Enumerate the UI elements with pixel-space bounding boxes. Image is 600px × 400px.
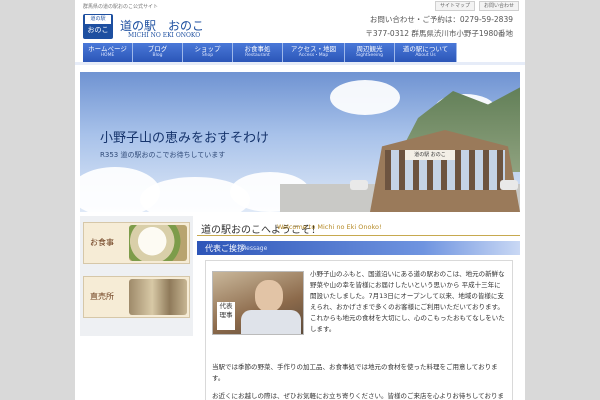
body-image xyxy=(241,310,301,334)
message-paragraph: 小野子山のふもと、国道沿いにある道の駅おのこは、地元の新鮮な野菜や山の幸を皆様に… xyxy=(310,270,505,333)
nav-sublabel: Access・Map xyxy=(298,53,329,58)
message-card: 代表 理事 小野子山のふもと、国道沿いにある道の駅おのこは、地元の新鮮な野菜や山… xyxy=(205,260,513,400)
message-paragraph: 当駅では季節の野菜、手作りの加工品、お食事処では地元の食材を使った料理をご用意し… xyxy=(212,363,498,382)
contact-link[interactable]: お問い合わせ xyxy=(478,1,519,11)
message-paragraph: お近くにお越しの際は、ぜひお気軽にお立ち寄りください。皆様のご来店を心よりお待ち… xyxy=(212,392,504,400)
nav-label: アクセス・地図 xyxy=(290,45,337,53)
heading-divider xyxy=(197,235,520,236)
logo-text-top: 道の駅 xyxy=(85,15,111,24)
nav-sublabel: Blog xyxy=(152,53,163,58)
welcome-subheading: Welcome to Michi no Eki Onoko! xyxy=(277,223,382,231)
main-content: 道の駅おのこへようこそ！ Welcome to Michi no Eki Ono… xyxy=(197,216,520,400)
nav-sublabel: About Us xyxy=(415,53,436,58)
nav-shop[interactable]: ショップ Shop xyxy=(183,43,233,62)
nav-sightseeing[interactable]: 周辺観光 SightSeeing xyxy=(345,43,395,62)
face-image xyxy=(255,280,283,312)
market-image xyxy=(129,279,187,315)
nav-sublabel: HOME xyxy=(100,53,115,58)
nav-home[interactable]: ホームページ HOME xyxy=(83,43,133,62)
nav-access[interactable]: アクセス・地図 Access・Map xyxy=(283,43,345,62)
nav-label: ショップ xyxy=(194,45,221,53)
sitemap-link[interactable]: サイトマップ xyxy=(434,1,475,11)
message-title-en: Message xyxy=(241,245,268,252)
sidebar: お食事 直売所 xyxy=(80,216,193,336)
representative-photo: 代表 理事 xyxy=(212,271,304,335)
contact-tel: お問い合わせ・ご予約は：0279-59-2839 xyxy=(369,15,513,24)
nav-about[interactable]: 道の駅について About Us xyxy=(395,43,457,62)
photo-tag: 代表 理事 xyxy=(217,302,235,330)
nav-label: お食事処 xyxy=(244,45,271,53)
hero-title: 小野子山の恵みをおすそわけ xyxy=(100,131,270,146)
contact-address: 〒377-0312 群馬県渋川市小野子1980番地 xyxy=(365,29,513,38)
restaurant-banner[interactable]: お食事 xyxy=(83,222,190,264)
food-image xyxy=(129,225,187,261)
nav-restaurant[interactable]: お食事処 Restaurant xyxy=(233,43,283,62)
hero-banner: 道の駅 おのこ 小野子山の恵みをおすそわけ R353 道の駅おのこでお待ちしてい… xyxy=(80,72,520,212)
message-title: 代表ご挨拶 xyxy=(205,244,245,253)
nav-label: ブログ xyxy=(147,45,168,53)
site-logo[interactable]: 道の駅 おのこ xyxy=(83,14,113,39)
nav-blog[interactable]: ブログ Blog xyxy=(133,43,183,62)
message-header: 代表ご挨拶 Message xyxy=(197,241,520,255)
page: 群馬県の道の駅おのこ公式サイト サイトマップ お問い合わせ 道の駅 おのこ 道の… xyxy=(75,0,525,400)
market-banner[interactable]: 直売所 xyxy=(83,276,190,318)
nav-label: ホームページ xyxy=(88,45,127,53)
site-name-en: MICHI NO EKI ONOKO xyxy=(128,32,201,39)
car-image xyxy=(500,180,518,190)
nav-sublabel: Restaurant xyxy=(245,53,270,58)
nav-underline xyxy=(75,62,525,65)
banner-label: お食事 xyxy=(90,238,114,247)
nav-sublabel: SightSeeing xyxy=(356,53,383,58)
banner-label: 直売所 xyxy=(90,292,114,301)
top-links: サイトマップ お問い合わせ xyxy=(434,1,519,11)
hero-subtitle: R353 道の駅おのこでお待ちしています xyxy=(100,151,226,159)
nav-label: 周辺観光 xyxy=(356,45,383,53)
car-image xyxy=(350,180,368,190)
site-tagline: 群馬県の道の駅おのこ公式サイト xyxy=(83,4,159,10)
nav-label: 道の駅について xyxy=(402,45,449,53)
logo-text-main: おのこ xyxy=(87,26,109,34)
nav-sublabel: Shop xyxy=(201,53,214,58)
building-sign: 道の駅 おのこ xyxy=(405,150,455,160)
main-nav: ホームページ HOME ブログ Blog ショップ Shop お食事処 Restaura… xyxy=(83,43,457,62)
cloud-image xyxy=(330,80,400,115)
